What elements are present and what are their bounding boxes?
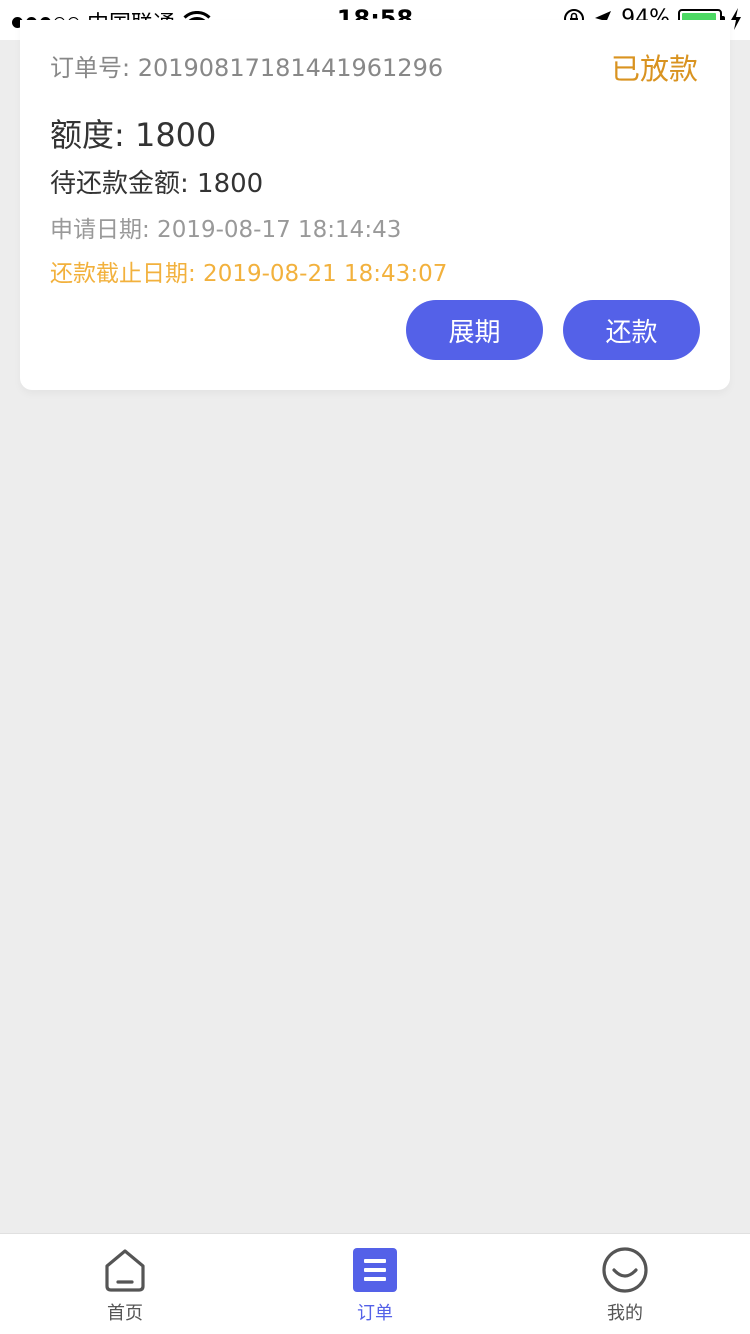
- tab-orders-label: 订单: [357, 1303, 393, 1324]
- apply-date: 申请日期: 2019-08-17 18:14:43: [50, 217, 402, 243]
- repay-deadline: 还款截止日期: 2019-08-21 18:43:07: [50, 261, 448, 287]
- home-icon: [105, 1249, 145, 1292]
- tab-orders[interactable]: 订单: [315, 1246, 435, 1325]
- due-amount: 待还款金额: 1800: [50, 169, 264, 199]
- smile-icon: [602, 1247, 648, 1293]
- order-card: 订单号: 20190817181441961296 已放款 额度: 1800 待…: [20, 20, 730, 390]
- orders-icon: [353, 1248, 397, 1292]
- tab-mine[interactable]: 我的: [565, 1246, 685, 1325]
- order-quota: 额度: 1800: [50, 116, 217, 154]
- tab-bar: 首页 订单 我的: [0, 1233, 750, 1334]
- repay-button[interactable]: 还款: [563, 300, 700, 360]
- extend-button[interactable]: 展期: [406, 300, 543, 360]
- order-status: 已放款: [610, 52, 698, 86]
- tab-home-label: 首页: [107, 1303, 143, 1324]
- charging-bolt-icon: [731, 7, 741, 30]
- order-number: 订单号: 20190817181441961296: [50, 54, 444, 82]
- tab-home[interactable]: 首页: [65, 1246, 185, 1325]
- tab-mine-label: 我的: [607, 1303, 643, 1324]
